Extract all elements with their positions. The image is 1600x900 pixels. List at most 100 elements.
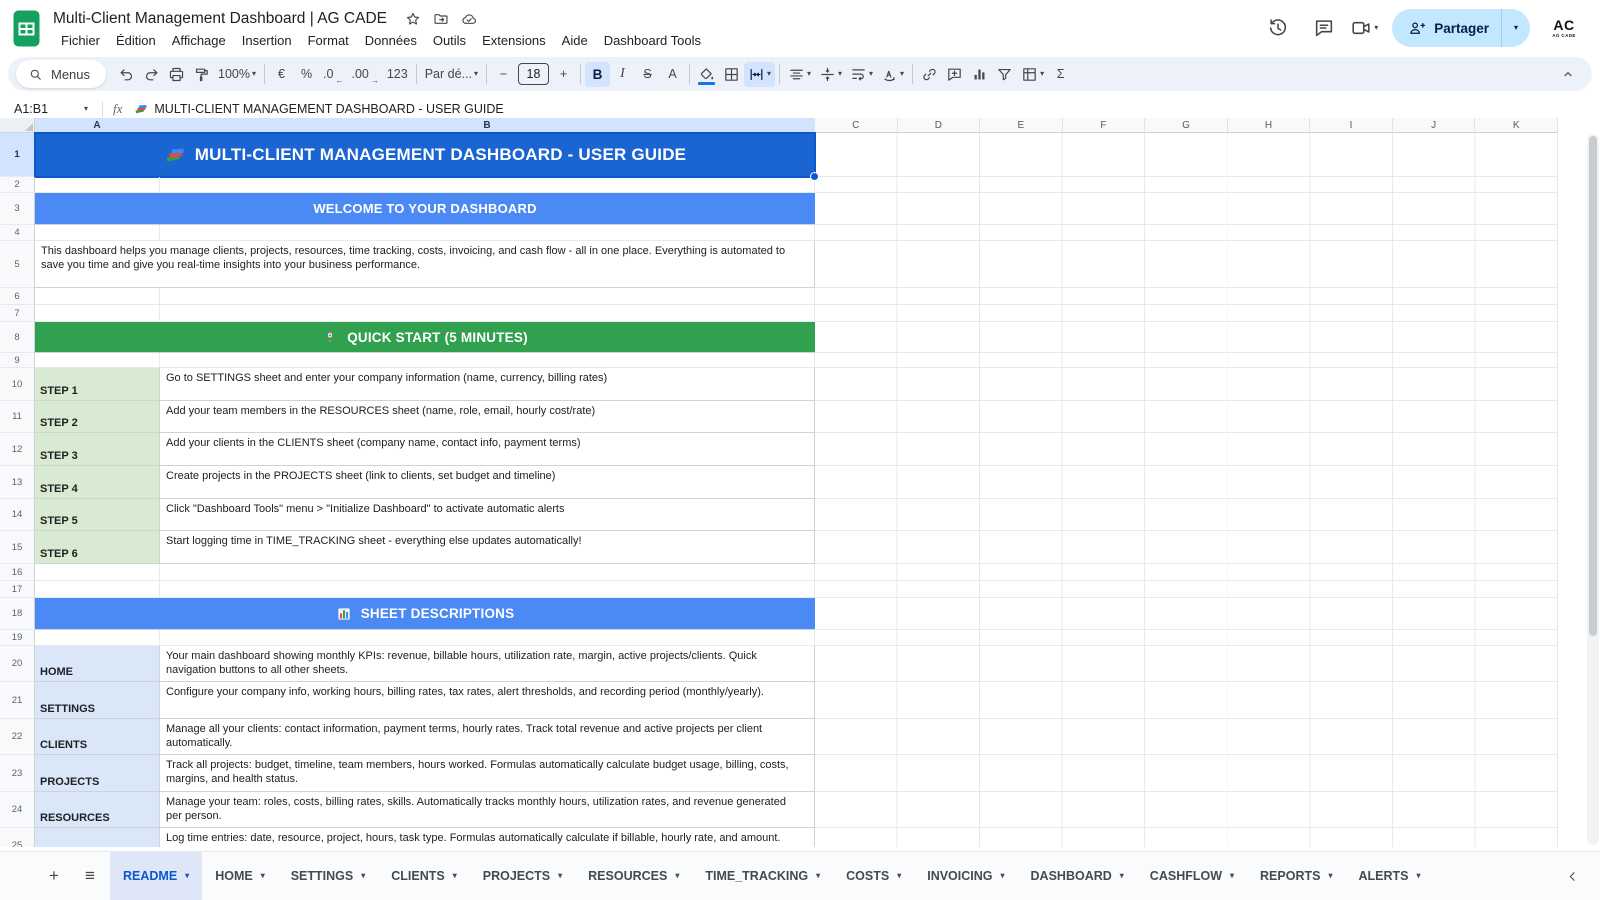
empty-columns-row-23[interactable] [815, 755, 1558, 792]
label-cell-a23[interactable]: PROJECTS [35, 755, 160, 792]
sheet-tab-caret-icon[interactable]: ▾ [897, 872, 901, 880]
document-title[interactable]: Multi-Client Management Dashboard | AG C… [53, 10, 387, 28]
bold-button[interactable]: B [585, 62, 610, 87]
menu-extensions[interactable]: Extensions [474, 31, 554, 50]
row-header-13[interactable]: 13 [0, 466, 35, 499]
row-header-5[interactable]: 5 [0, 241, 35, 288]
empty-columns-row-19[interactable] [815, 630, 1558, 646]
select-all-corner[interactable] [0, 118, 35, 133]
formula-input[interactable]: MULTI-CLIENT MANAGEMENT DASHBOARD - USER… [134, 102, 503, 116]
description-cell-b21[interactable]: Configure your company info, working hou… [160, 682, 815, 719]
empty-columns-row-9[interactable] [815, 353, 1558, 368]
font-size-input[interactable]: 18 [518, 63, 549, 85]
sheet-tab-caret-icon[interactable]: ▾ [816, 872, 820, 880]
sheet-tab-caret-icon[interactable]: ▾ [1001, 872, 1005, 880]
sheet-tab-time-tracking[interactable]: TIME_TRACKING▾ [692, 852, 833, 900]
row-header-23[interactable]: 23 [0, 755, 35, 792]
row-header-7[interactable]: 7 [0, 305, 35, 322]
label-cell-a12[interactable]: STEP 3 [35, 433, 160, 466]
sheet-tab-clients[interactable]: CLIENTS▾ [378, 852, 470, 900]
insert-link-button[interactable] [917, 62, 942, 87]
increase-decimal-button[interactable]: .00→ [347, 62, 382, 87]
empty-columns-row-18[interactable] [815, 598, 1558, 630]
empty-cell-b16[interactable] [160, 564, 815, 581]
sheet-tab-caret-icon[interactable]: ▾ [558, 872, 562, 880]
description-cell-b15[interactable]: Start logging time in TIME_TRACKING shee… [160, 531, 815, 564]
sheet-tab-home[interactable]: HOME▾ [202, 852, 278, 900]
row-header-15[interactable]: 15 [0, 531, 35, 564]
account-avatar[interactable]: AC AG CADE [1542, 8, 1586, 48]
cloud-save-status-icon[interactable] [457, 7, 481, 31]
empty-columns-row-5[interactable] [815, 241, 1558, 288]
label-cell-a22[interactable]: CLIENTS [35, 719, 160, 755]
description-cell-b10[interactable]: Go to SETTINGS sheet and enter your comp… [160, 368, 815, 401]
row-header-8[interactable]: 8 [0, 322, 35, 353]
redo-button[interactable] [139, 62, 164, 87]
menu-fichier[interactable]: Fichier [53, 31, 108, 50]
description-cell-b11[interactable]: Add your team members in the RESOURCES s… [160, 401, 815, 433]
empty-cell-a19[interactable] [35, 630, 160, 646]
sheets-logo-icon[interactable] [13, 8, 43, 48]
empty-columns-row-1[interactable] [815, 133, 1558, 177]
menu-insertion[interactable]: Insertion [234, 31, 300, 50]
menu-dition[interactable]: Édition [108, 31, 164, 50]
row-header-1[interactable]: 1 [0, 133, 35, 177]
empty-columns-row-6[interactable] [815, 288, 1558, 305]
row-header-10[interactable]: 10 [0, 368, 35, 401]
move-folder-icon[interactable] [429, 7, 453, 31]
banner-cell-row-8[interactable]: QUICK START (5 MINUTES) [35, 322, 815, 353]
empty-cell-b7[interactable] [160, 305, 815, 322]
row-header-22[interactable]: 22 [0, 719, 35, 755]
comments-button[interactable] [1304, 8, 1344, 48]
empty-cell-a9[interactable] [35, 353, 160, 368]
label-cell-a11[interactable]: STEP 2 [35, 401, 160, 433]
empty-cell-a6[interactable] [35, 288, 160, 305]
sheet-tab-caret-icon[interactable]: ▾ [453, 872, 457, 880]
row-header-4[interactable]: 4 [0, 225, 35, 241]
share-button[interactable]: Partager [1392, 9, 1501, 47]
star-icon[interactable] [401, 7, 425, 31]
banner-cell-row-18[interactable]: SHEET DESCRIPTIONS [35, 598, 815, 630]
row-header-25[interactable]: 25 [0, 828, 35, 847]
label-cell-a15[interactable]: STEP 6 [35, 531, 160, 564]
empty-cell-a2[interactable] [35, 177, 160, 193]
sheet-tab-cashflow[interactable]: CASHFLOW▾ [1137, 852, 1247, 900]
column-header-h[interactable]: H [1228, 118, 1311, 133]
column-header-a[interactable]: A [35, 118, 160, 133]
row-header-11[interactable]: 11 [0, 401, 35, 433]
description-cell-b23[interactable]: Track all projects: budget, timeline, te… [160, 755, 815, 792]
empty-cell-b17[interactable] [160, 581, 815, 598]
empty-columns-row-20[interactable] [815, 646, 1558, 682]
column-header-b[interactable]: B [160, 118, 815, 133]
empty-columns-row-25[interactable] [815, 828, 1558, 847]
vertical-align-button[interactable]: ▾ [815, 62, 846, 87]
decrease-font-size-button[interactable]: − [491, 62, 516, 87]
sheet-tab-caret-icon[interactable]: ▾ [361, 872, 365, 880]
banner-cell-row-1[interactable]: MULTI-CLIENT MANAGEMENT DASHBOARD - USER… [35, 133, 815, 177]
column-header-e[interactable]: E [980, 118, 1063, 133]
label-cell-a13[interactable]: STEP 4 [35, 466, 160, 499]
row-header-18[interactable]: 18 [0, 598, 35, 630]
empty-columns-row-13[interactable] [815, 466, 1558, 499]
empty-columns-row-16[interactable] [815, 564, 1558, 581]
undo-button[interactable] [114, 62, 139, 87]
text-rotation-button[interactable]: ▾ [877, 62, 908, 87]
empty-columns-row-22[interactable] [815, 719, 1558, 755]
description-cell-b25[interactable]: Log time entries: date, resource, projec… [160, 828, 815, 847]
column-header-g[interactable]: G [1145, 118, 1228, 133]
description-cell-b24[interactable]: Manage your team: roles, costs, billing … [160, 792, 815, 828]
menu-outils[interactable]: Outils [425, 31, 474, 50]
row-header-12[interactable]: 12 [0, 433, 35, 466]
empty-columns-row-11[interactable] [815, 401, 1558, 433]
description-cell-b13[interactable]: Create projects in the PROJECTS sheet (l… [160, 466, 815, 499]
insert-chart-button[interactable] [967, 62, 992, 87]
selection-handle[interactable] [810, 172, 819, 181]
sheet-tab-readme[interactable]: README▾ [110, 852, 202, 900]
sheet-tab-resources[interactable]: RESOURCES▾ [575, 852, 692, 900]
horizontal-align-button[interactable]: ▾ [784, 62, 815, 87]
vertical-scrollbar-thumb[interactable] [1589, 136, 1597, 636]
sheet-tab-caret-icon[interactable]: ▾ [675, 872, 679, 880]
sheet-tab-settings[interactable]: SETTINGS▾ [278, 852, 379, 900]
empty-columns-row-2[interactable] [815, 177, 1558, 193]
empty-cell-a17[interactable] [35, 581, 160, 598]
